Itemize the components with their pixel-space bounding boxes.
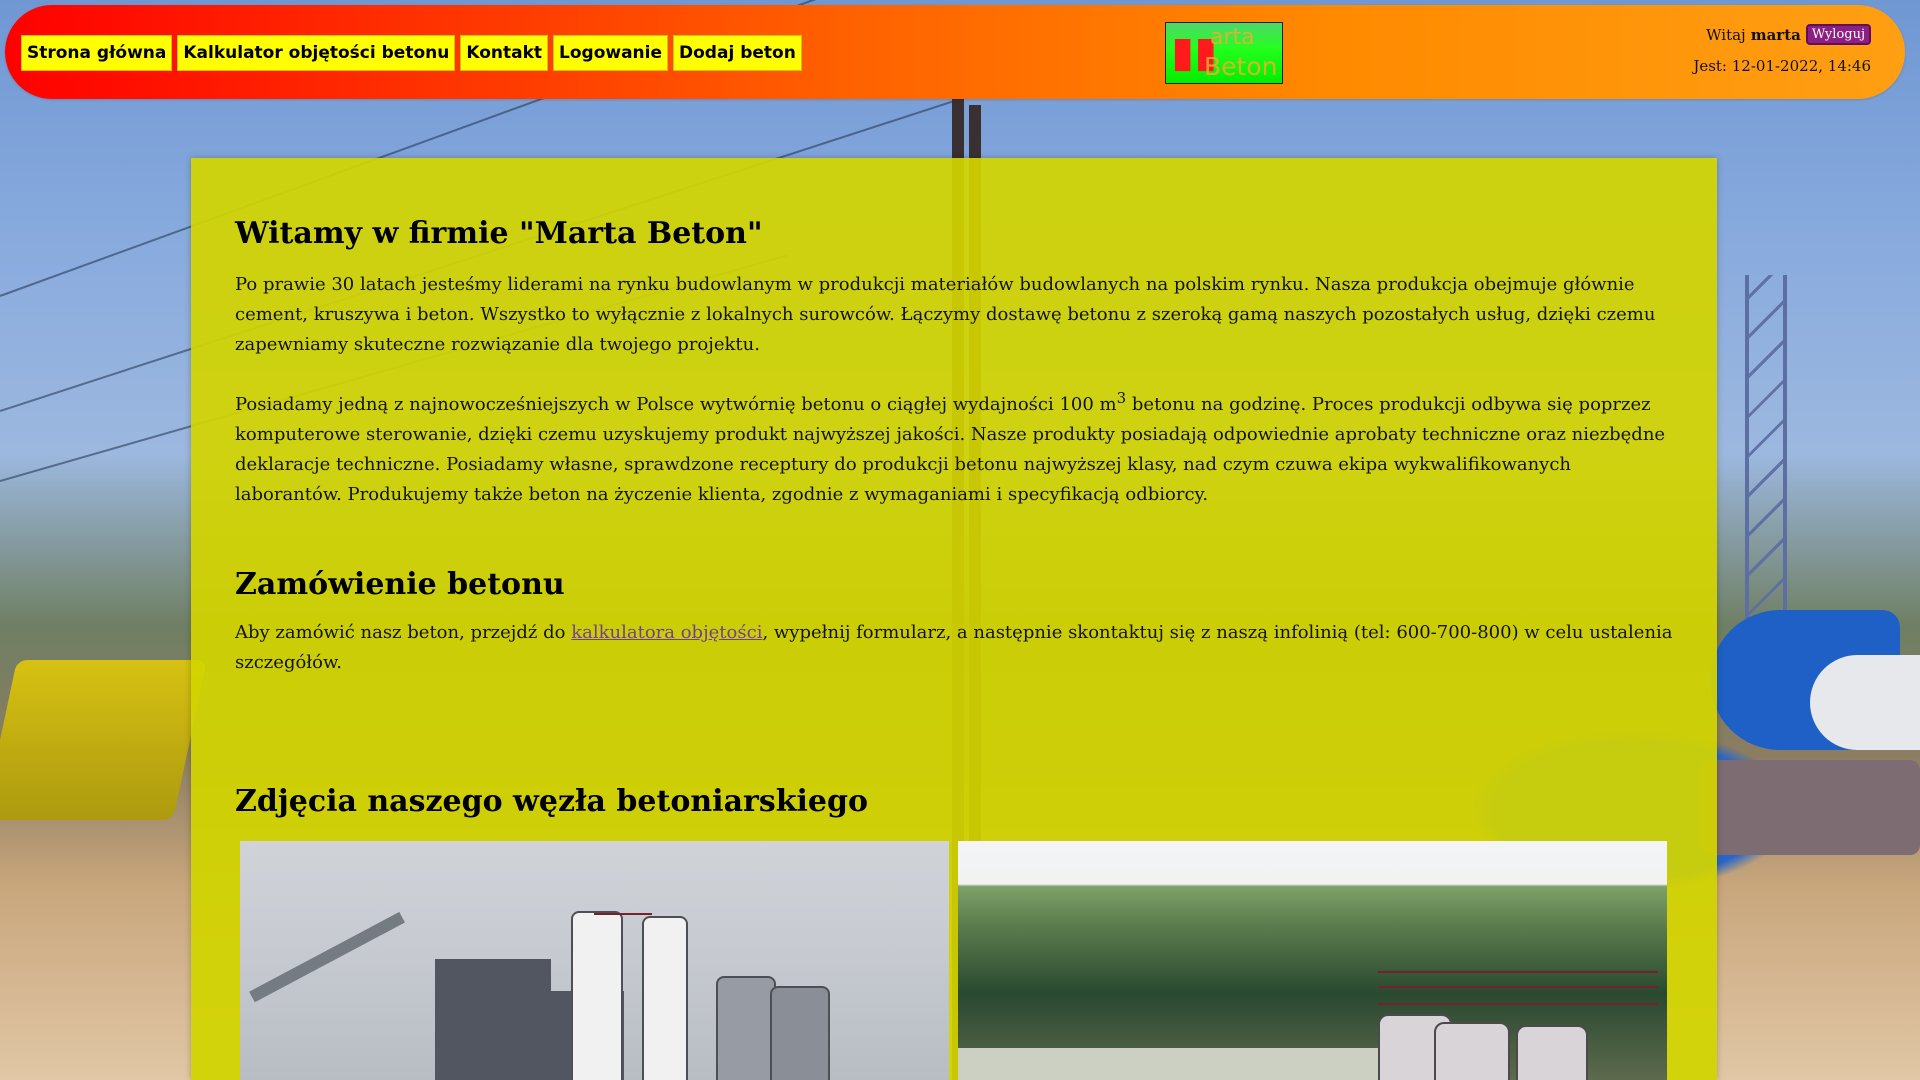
- photos-section-title: Zdjęcia naszego węzła betoniarskiego: [235, 784, 868, 819]
- nav-home[interactable]: Strona główna: [21, 35, 173, 71]
- current-datetime: Jest: 12-01-2022, 14:46: [1693, 57, 1871, 75]
- intro-paragraph-2: Posiadamy jedną z najnowocześniejszych w…: [235, 383, 1675, 510]
- background-truck-cab: [1700, 760, 1920, 855]
- user-greeting-row: Witaj marta Wyloguj: [1693, 24, 1871, 45]
- background-excavator: [0, 660, 208, 820]
- page-title: Witamy w firmie "Marta Beton": [235, 216, 763, 251]
- plant-photo-left[interactable]: [240, 841, 949, 1080]
- order-section-title: Zamówienie betonu: [235, 566, 565, 602]
- nav-login[interactable]: Logowanie: [553, 35, 669, 71]
- top-header-bar: Strona główna Kalkulator objętości beton…: [5, 5, 1905, 99]
- plant-tank: [1516, 1025, 1588, 1080]
- logo-text-line-1: arta: [1210, 25, 1255, 50]
- nav-contact[interactable]: Kontakt: [460, 35, 549, 71]
- background-mixer-white: [1810, 655, 1920, 750]
- plant-silo: [642, 916, 688, 1080]
- plant-ground: [958, 1048, 1378, 1080]
- volume-calculator-link[interactable]: kalkulatora objętości: [571, 622, 762, 643]
- order-text-start: Aby zamówić nasz beton, przejdź do: [235, 622, 572, 643]
- user-panel: Witaj marta Wyloguj Jest: 12-01-2022, 14…: [1693, 24, 1871, 75]
- plant-railing: [1378, 986, 1658, 988]
- nav-volume-calculator[interactable]: Kalkulator objętości betonu: [177, 35, 456, 71]
- greeting-label: Witaj: [1706, 25, 1746, 44]
- background-mixer: [1710, 610, 1900, 750]
- plant-structure: [435, 959, 551, 1080]
- intro-paragraph-1: Po prawie 30 latach jesteśmy liderami na…: [235, 273, 1656, 355]
- plant-photo-right[interactable]: [958, 841, 1667, 1080]
- background-tower: [1745, 275, 1787, 685]
- plant-railing: [1378, 1003, 1658, 1005]
- plant-conveyor: [249, 911, 405, 1003]
- cubic-meter-superscript: 3: [1116, 388, 1127, 407]
- order-paragraph: Aby zamówić nasz beton, przejdź do kalku…: [235, 618, 1675, 678]
- intro-paragraph-2-start: Posiadamy jedną z najnowocześniejszych w…: [235, 393, 1117, 415]
- logo-text-line-2: Beton: [1204, 52, 1278, 81]
- photo-gallery: [240, 841, 1672, 1080]
- username: marta: [1750, 25, 1801, 44]
- plant-tank: [1434, 1022, 1510, 1080]
- content-inner: Witamy w firmie "Marta Beton" Po prawie …: [235, 214, 1675, 823]
- site-logo[interactable]: ▮▮ arta Beton: [1165, 22, 1283, 84]
- plant-silo: [716, 976, 776, 1080]
- plant-silo: [770, 986, 830, 1080]
- logout-button[interactable]: Wyloguj: [1805, 24, 1871, 45]
- main-content-panel: Witamy w firmie "Marta Beton" Po prawie …: [191, 158, 1717, 1080]
- plant-railing: [1378, 971, 1658, 973]
- nav-add-concrete[interactable]: Dodaj beton: [673, 35, 802, 71]
- main-navigation: Strona główna Kalkulator objętości beton…: [21, 35, 802, 71]
- plant-railing: [594, 913, 652, 915]
- plant-silo: [571, 911, 623, 1080]
